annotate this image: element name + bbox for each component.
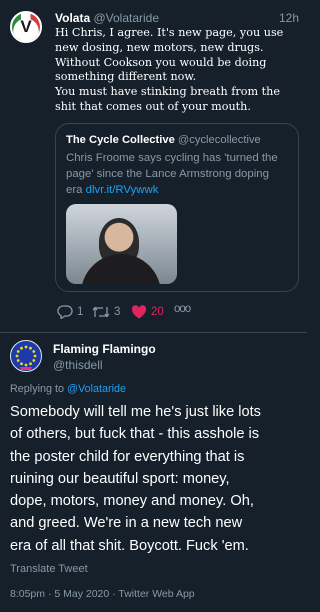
tweet2-meta[interactable]: 8:05pm · 5 May 2020 · Twitter Web App <box>10 588 195 600</box>
tweet1-author-name[interactable]: Volata <box>55 11 90 25</box>
photo-rider-jacket <box>81 254 161 284</box>
retweet-count: 3 <box>114 306 121 318</box>
tweet2-author-name[interactable]: Flaming Flamingo <box>53 342 156 356</box>
tweet1-author-handle[interactable]: @Volataride <box>93 11 159 25</box>
tweet1-line: You must have stinking breath from the <box>55 85 280 99</box>
avatar-flaming-flamingo[interactable] <box>10 340 42 372</box>
heart-icon <box>131 305 147 319</box>
tweet1-line: new dosing, new motors, new drugs. <box>55 40 264 54</box>
tweet2-line: dope, motors, money and money. Oh, <box>10 493 254 510</box>
tweet2-line: and greed. We're in a new tech new <box>10 515 243 532</box>
tweet1-line: something different now. <box>55 70 197 84</box>
replying-to: Replying to @Volataride <box>10 383 126 395</box>
replying-to-label: Replying to <box>10 383 68 395</box>
tweet-volata[interactable]: V Volata @Volataride 12h Hi Chris, I agr… <box>0 0 307 332</box>
quoted-tweet[interactable]: The Cycle Collective @cyclecollective Ch… <box>55 123 299 292</box>
more-options-icon[interactable]: ooo <box>174 303 191 315</box>
reply-icon <box>57 305 73 319</box>
tweet1-line: Hi Chris, I agree. It's new page, you us… <box>55 26 284 39</box>
quoted-link[interactable]: dlvr.it/RVywwk <box>86 184 159 196</box>
replying-to-handle[interactable]: @Volataride <box>67 383 126 395</box>
tweet-divider <box>0 332 307 333</box>
translate-tweet-link[interactable]: Translate Tweet <box>10 563 88 575</box>
tweet1-actions: 1 3 20 ooo <box>57 303 297 323</box>
tweet2-line: the poster child for everything that is <box>10 448 245 465</box>
tweet2-text: Somebody will tell me he's just like lot… <box>10 401 306 557</box>
tweet1-line: shit that comes out of your mouth. <box>55 99 251 113</box>
tweet2-line: Somebody will tell me he's just like lot… <box>10 404 261 420</box>
quoted-image[interactable] <box>66 204 177 284</box>
avatar-initial: V <box>20 17 32 36</box>
tweet2-line: ruining our beautiful sport: money, <box>10 470 230 487</box>
tweet1-header: Volata @Volataride <box>55 11 300 25</box>
like-count: 20 <box>151 306 164 318</box>
tweet2-line: era of all that shit. Boycott. Fuck 'em. <box>10 537 249 554</box>
tweet1-text: Hi Chris, I agree. It's new page, you us… <box>55 26 303 115</box>
quoted-line-last: era dlvr.it/RVywwk <box>66 183 292 199</box>
quoted-author-handle: @cyclecollective <box>177 134 261 146</box>
quoted-author-name: The Cycle Collective <box>66 134 175 146</box>
like-button[interactable]: 20 <box>131 305 164 319</box>
retweet-button[interactable]: 3 <box>92 305 120 319</box>
tweet1-timestamp[interactable]: 12h <box>279 11 299 25</box>
retweet-icon <box>92 306 110 318</box>
quoted-line: page' since the Lance Armstrong doping <box>66 167 269 180</box>
quoted-line: Chris Froome says cycling has 'turned th… <box>66 152 278 164</box>
avatar-volata[interactable]: V <box>10 11 42 43</box>
quoted-line-text: era <box>66 183 86 196</box>
reply-count: 1 <box>77 306 84 318</box>
quoted-tweet-header: The Cycle Collective @cyclecollective <box>66 134 261 146</box>
quoted-tweet-text: Chris Froome says cycling has 'turned th… <box>66 151 292 198</box>
tweet1-line: Without Cookson you would be doing <box>55 55 267 69</box>
reply-button[interactable]: 1 <box>57 305 83 319</box>
eu-flag-avatar-icon <box>11 341 41 371</box>
tweet2-line: of others, but fuck that - this asshole … <box>10 426 260 443</box>
tweet2-author-handle[interactable]: @thisdell <box>53 358 103 372</box>
